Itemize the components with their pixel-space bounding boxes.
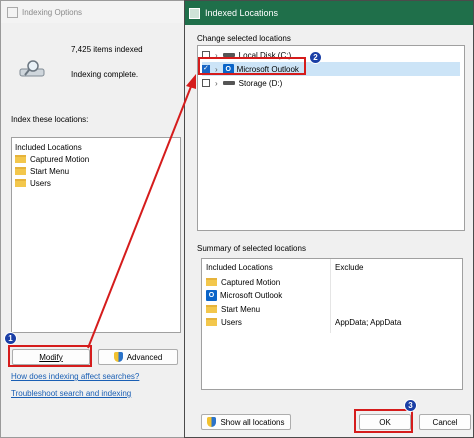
window-title: Indexing Options (22, 7, 83, 17)
column-header-included[interactable]: Included Locations (206, 263, 273, 272)
table-row[interactable]: Captured Motion (206, 276, 280, 288)
indexing-icon (189, 7, 200, 19)
list-item[interactable]: Users (15, 177, 177, 189)
table-row[interactable]: Users (206, 316, 242, 328)
column-divider (330, 259, 331, 333)
advanced-button[interactable]: Advanced (98, 349, 178, 365)
troubleshoot-link[interactable]: Troubleshoot search and indexing (11, 389, 131, 398)
drive-icon (222, 81, 235, 85)
show-all-locations-button[interactable]: Show all locations (201, 414, 291, 430)
outlook-icon: O (206, 289, 217, 301)
folder-icon (206, 278, 217, 286)
highlight-modify (8, 345, 92, 367)
change-locations-label: Change selected locations (197, 34, 291, 43)
step-3-badge: 3 (404, 399, 417, 412)
summary-table[interactable]: Included Locations Exclude Captured Moti… (201, 258, 463, 390)
folder-icon (15, 179, 26, 187)
shield-icon (113, 352, 123, 362)
drive-search-icon (19, 59, 45, 79)
cancel-button[interactable]: Cancel (419, 414, 471, 430)
chevron-right-icon[interactable]: › (215, 79, 218, 88)
indexing-icon (7, 6, 18, 18)
highlight-ok (354, 409, 413, 433)
checkbox[interactable] (202, 79, 210, 87)
items-indexed-count: 7,425 items indexed (71, 45, 143, 54)
list-header: Included Locations (15, 142, 82, 152)
exclude-cell: AppData; AppData (335, 318, 402, 327)
step-2-badge: 2 (309, 51, 322, 64)
folder-icon (206, 318, 217, 326)
column-header-exclude[interactable]: Exclude (335, 263, 363, 272)
table-row[interactable]: O Microsoft Outlook (206, 289, 282, 301)
list-item[interactable]: Captured Motion (15, 153, 177, 165)
table-row[interactable]: Start Menu (206, 303, 260, 315)
highlight-outlook (198, 57, 306, 75)
list-item[interactable]: Start Menu (15, 165, 177, 177)
folder-icon (206, 305, 217, 313)
dialog-title: Indexed Locations (205, 8, 279, 18)
locations-list[interactable]: Included Locations Captured Motion Start… (11, 137, 181, 333)
shield-icon (207, 417, 217, 427)
locations-label: Index these locations: (11, 115, 89, 124)
step-1-badge: 1 (4, 332, 17, 345)
dialog-title-bar: Indexed Locations (185, 1, 473, 25)
tree-item-storage[interactable]: › Storage (D:) (202, 76, 460, 90)
summary-label: Summary of selected locations (197, 244, 306, 253)
folder-icon (15, 155, 26, 163)
indexing-status: Indexing complete. (71, 70, 139, 79)
title-bar: Indexing Options (1, 1, 194, 23)
help-link[interactable]: How does indexing affect searches? (11, 372, 139, 381)
indexing-options-window: Indexing Options 7,425 items indexed Ind… (0, 0, 195, 438)
folder-icon (15, 167, 26, 175)
